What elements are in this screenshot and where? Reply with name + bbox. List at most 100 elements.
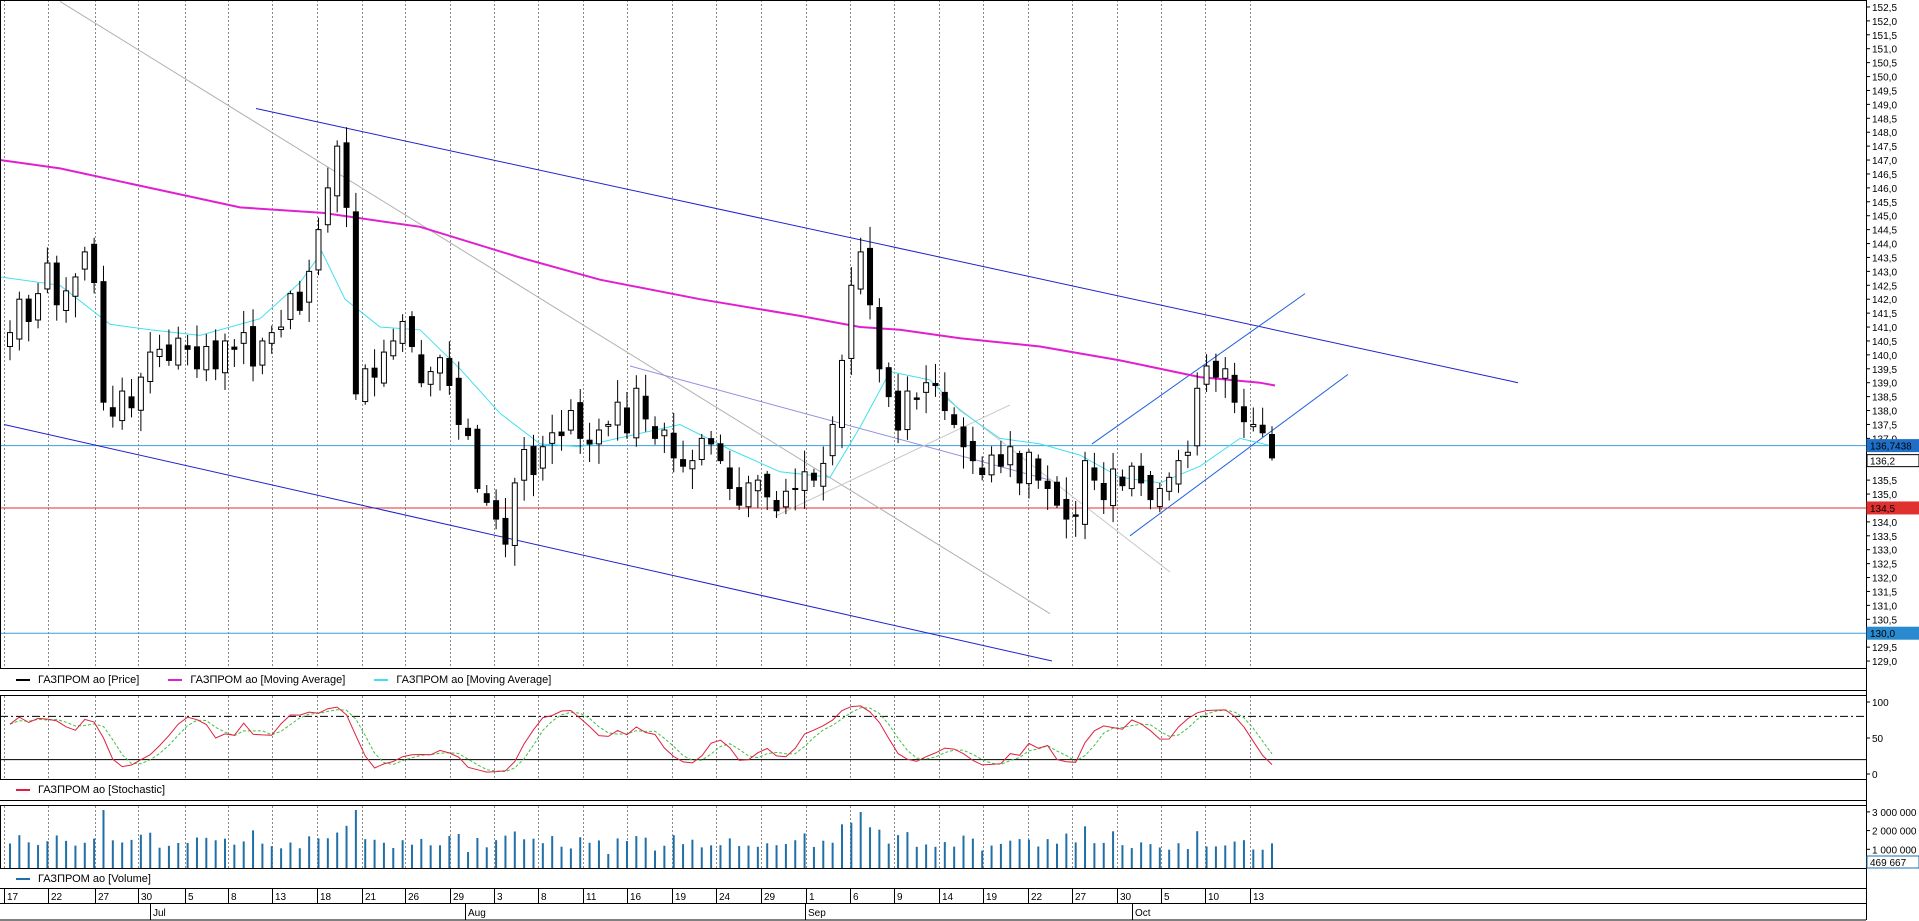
day-label: 22 [51, 892, 63, 903]
candle-body [913, 397, 920, 400]
price-tick-label: 146,0 [1872, 184, 1897, 195]
candle-body [558, 431, 565, 437]
candle-body [25, 298, 32, 322]
candle-body [165, 344, 172, 361]
stoch-signal-line [9, 707, 1273, 773]
trendline-0 [255, 108, 1519, 384]
price-tick-label: 137,5 [1872, 420, 1897, 431]
candle-body [792, 487, 799, 490]
candle-body [633, 387, 640, 439]
candle-body [848, 284, 855, 359]
price-tick-label: 146,5 [1872, 170, 1897, 181]
legend-swatch-ma-slow [168, 679, 183, 682]
candle-body [829, 423, 836, 457]
legend-swatch-ma-fast [374, 679, 389, 682]
candle-body [951, 414, 958, 425]
price-tick-label: 143,0 [1872, 267, 1897, 278]
candle-body [1269, 434, 1275, 459]
candle-body [1156, 487, 1163, 508]
day-label: 19 [675, 892, 687, 903]
day-label: 16 [630, 892, 642, 903]
candle-body [35, 293, 42, 321]
day-label: 29 [764, 892, 776, 903]
candle-body [876, 307, 883, 370]
price-tick-label: 147,5 [1872, 142, 1897, 153]
candle-body [1053, 481, 1060, 506]
chart-canvas: 17 22 27 30 5 8 13 18 21 26 29 3 8 11 16 19 24 29 1 6 9 14 19 2… [0, 0, 1919, 921]
candle-body [371, 367, 378, 378]
price-tick-label: 141,5 [1872, 309, 1897, 320]
vertical-gridlines [4, 0, 1251, 868]
candle-body [193, 346, 200, 370]
candle-body [1175, 460, 1182, 485]
legend-swatch-volume [16, 878, 30, 881]
candle-body [128, 396, 135, 409]
price-tick-label: 138,0 [1872, 407, 1897, 418]
price-tick-label: 142,0 [1872, 295, 1897, 306]
month-label: Oct [1135, 908, 1151, 919]
candle-body [16, 298, 23, 340]
candle-body [362, 368, 369, 403]
price-tick-label: 129,5 [1872, 643, 1897, 654]
candle-body [1100, 482, 1107, 501]
candle-body [1044, 480, 1051, 489]
price-tick-label: 152,5 [1872, 3, 1897, 14]
candle-body [1035, 458, 1042, 481]
price-tick-label: 150,5 [1872, 59, 1897, 70]
candle-body [773, 500, 780, 512]
day-label: 8 [231, 892, 237, 903]
candle-body [212, 340, 219, 370]
candle-body [222, 340, 229, 374]
day-label: 13 [1253, 892, 1265, 903]
candle-body [1138, 465, 1145, 484]
candle-body [736, 487, 743, 506]
candle-body [511, 482, 518, 546]
candle-body [1212, 360, 1219, 378]
price-tag-label: 134,5 [1870, 504, 1895, 515]
day-label: 18 [320, 892, 332, 903]
candle-body [240, 332, 247, 344]
candle-body [259, 340, 266, 366]
vol-tick-label: 1 000 000 [1872, 845, 1917, 856]
price-tick-label: 130,5 [1872, 615, 1897, 626]
price-tick-label: 148,5 [1872, 114, 1897, 125]
legend-stochastic: ГАЗПРОМ ао [Stochastic] [38, 784, 166, 796]
candle-body [184, 345, 191, 350]
candle-body [1119, 476, 1126, 487]
candle-body [334, 145, 341, 197]
price-tick-label: 148,0 [1872, 128, 1897, 139]
price-tick-label: 149,5 [1872, 86, 1897, 97]
price-tick-label: 129,0 [1872, 657, 1897, 668]
stochastic-panel-frame [0, 695, 1867, 780]
candle-body [801, 471, 808, 491]
day-label: 5 [188, 892, 194, 903]
day-label: 22 [1031, 892, 1043, 903]
legend-price: ГАЗПРОМ ао [Price] [38, 674, 140, 686]
price-tick-label: 135,5 [1872, 476, 1897, 487]
day-label: 27 [1075, 892, 1087, 903]
day-label: 5 [1164, 892, 1170, 903]
candle-body [91, 243, 98, 284]
legend-swatch-stochastic [16, 789, 30, 792]
price-tick-label: 140,0 [1872, 351, 1897, 362]
candle-body [885, 367, 892, 398]
legend-ma-slow: ГАЗПРОМ ао [Moving Average] [190, 674, 346, 686]
price-tick-label: 147,0 [1872, 156, 1897, 167]
candle-body [726, 467, 733, 489]
candle-body [408, 316, 415, 348]
candle-body [352, 211, 359, 395]
volume-last-label: 469 667 [1870, 858, 1907, 869]
candle-body [595, 429, 602, 445]
candle-body [119, 390, 126, 422]
candle-body [72, 276, 79, 297]
candle-body [1025, 451, 1032, 485]
candle-body [904, 390, 911, 431]
candle-body [427, 371, 434, 385]
day-label: 11 [586, 892, 597, 903]
candle-body [1184, 451, 1191, 456]
price-tick-label: 151,0 [1872, 45, 1897, 56]
candle-body [53, 262, 60, 306]
candle-body [764, 473, 771, 498]
candle-body [455, 377, 462, 425]
volume-panel [9, 810, 1273, 868]
